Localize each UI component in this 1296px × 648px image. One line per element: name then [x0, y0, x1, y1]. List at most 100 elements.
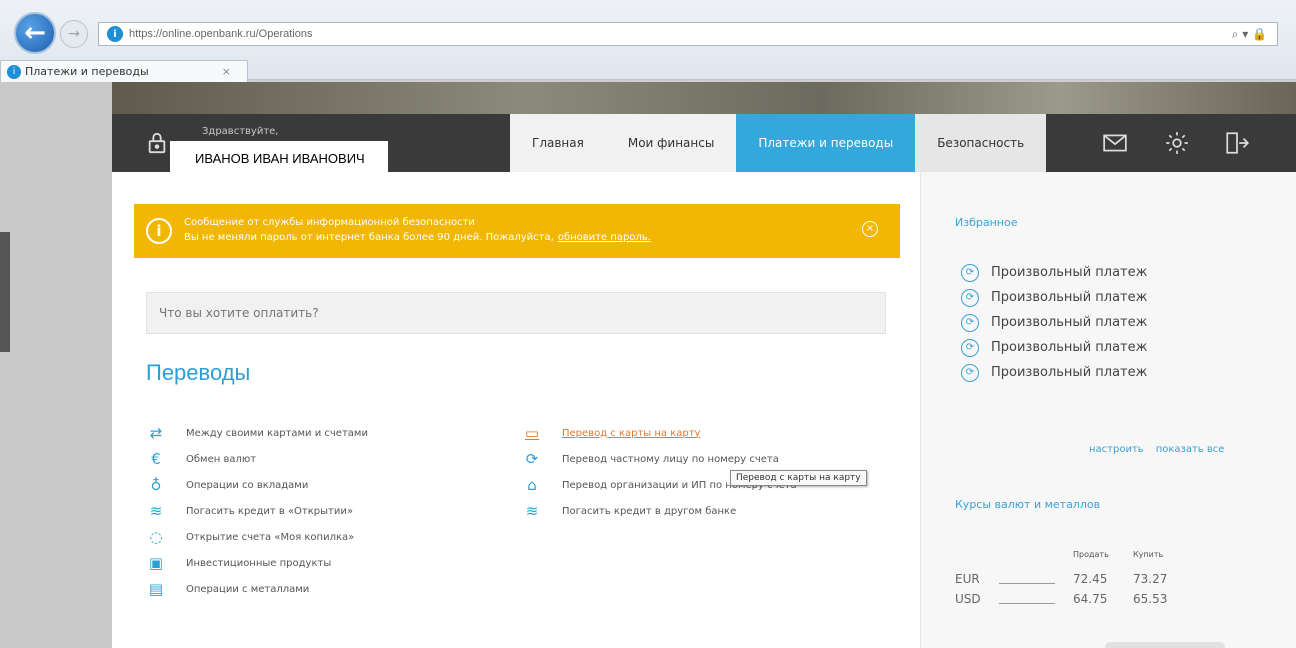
envelope-icon[interactable]	[1102, 130, 1128, 156]
address-bar[interactable]: i https://online.openbank.ru/Operations …	[98, 22, 1278, 46]
list-item-label: Погасить кредит в другом банке	[562, 505, 737, 517]
list-item[interactable]: ⇄ Между своими картами и счетами	[146, 420, 368, 446]
currency-code: EUR	[955, 572, 980, 586]
list-item[interactable]: ▭ Перевод с карты на карту	[522, 420, 797, 446]
list-item-label: Открытие счета «Моя копилка»	[186, 531, 355, 543]
payment-icon: ⟳	[961, 263, 979, 282]
rate-divider	[999, 603, 1055, 604]
site-favicon-icon: i	[107, 26, 123, 42]
sell-rate: 72.45	[1073, 572, 1108, 586]
info-icon: i	[146, 218, 172, 244]
piggy-bank-icon: ◌	[149, 528, 163, 546]
tab-close-icon[interactable]: ×	[222, 65, 231, 78]
person-transfer-icon: ⟳	[525, 450, 539, 468]
list-item[interactable]: ▤ Операции с металлами	[146, 576, 368, 602]
list-item[interactable]: ♁ Операции со вкладами	[146, 472, 368, 498]
logout-icon[interactable]	[1224, 130, 1250, 156]
list-item-label: Перевод с карты на карту	[562, 427, 701, 439]
rate-row: EUR 72.45 73.27	[955, 572, 1275, 590]
list-item-label: Погасить кредит в «Открытии»	[186, 505, 353, 517]
close-icon[interactable]: ×	[862, 221, 878, 237]
rate-row: USD 64.75 65.53	[955, 592, 1275, 610]
site-header: Здравствуйте, ИВАНОВ ИВАН ИВАНОВИЧ Главн…	[112, 114, 1296, 172]
list-item[interactable]: ≋ Погасить кредит в «Открытии»	[146, 498, 368, 524]
gutter-edge	[0, 232, 10, 352]
rate-divider	[999, 583, 1055, 584]
rates-more-button[interactable]	[1105, 642, 1225, 648]
url-text: https://online.openbank.ru/Operations	[129, 28, 313, 40]
tab-favicon-icon: i	[7, 64, 21, 79]
favorite-item[interactable]: ⟳ Произвольный платеж	[961, 360, 1147, 385]
list-item[interactable]: ◌ Открытие счета «Моя копилка»	[146, 524, 368, 550]
currency-code: USD	[955, 592, 981, 606]
list-item[interactable]: ▣ Инвестиционные продукты	[146, 550, 368, 576]
sell-header: Продать	[1073, 550, 1109, 559]
buy-rate: 65.53	[1133, 592, 1168, 606]
organization-icon: ⌂	[527, 476, 537, 494]
favorite-item[interactable]: ⟳ Произвольный платеж	[961, 285, 1147, 310]
favorites-links: настроить показать все	[1089, 444, 1236, 455]
favorite-item[interactable]: ⟳ Произвольный платеж	[961, 260, 1147, 285]
favorite-label: Произвольный платеж	[991, 290, 1148, 305]
favorite-label: Произвольный платеж	[991, 365, 1148, 380]
list-item-label: Обмен валют	[186, 453, 257, 465]
forward-arrow-icon[interactable]: →	[60, 20, 88, 48]
payment-search-input[interactable]	[146, 292, 886, 334]
favorite-item[interactable]: ⟳ Произвольный платеж	[961, 310, 1147, 335]
credit-icon: ≋	[149, 502, 163, 520]
greeting-text: Здравствуйте,	[202, 126, 279, 137]
sidebar: Избранное ⟳ Произвольный платеж ⟳ Произвол…	[920, 172, 1296, 648]
list-item[interactable]: € Обмен валют	[146, 446, 368, 472]
update-password-link[interactable]: обновите пароль.	[558, 232, 651, 243]
browser-tab[interactable]: i Платежи и переводы ×	[0, 60, 248, 82]
security-alert: i Сообщение от службы информационной без…	[134, 204, 900, 258]
alert-message: Вы не меняли пароль от интернет банка бо…	[184, 232, 651, 243]
hero-background	[112, 82, 1296, 114]
card-to-card-icon: ▭	[524, 424, 540, 442]
alert-title: Сообщение от службы информационной безоп…	[184, 217, 475, 228]
rates-title: Курсы валют и металлов	[955, 498, 1101, 511]
arrows-icon: ⇄	[149, 424, 163, 442]
sell-rate: 64.75	[1073, 592, 1108, 606]
list-item[interactable]: ⟳ Перевод частному лицу по номеру счета	[522, 446, 797, 472]
page-gutter	[0, 82, 112, 648]
buy-header: Купить	[1133, 550, 1164, 559]
alert-text: Вы не меняли пароль от интернет банка бо…	[184, 232, 554, 243]
main-content: i Сообщение от службы информационной без…	[112, 172, 920, 648]
payment-icon: ⟳	[961, 363, 979, 382]
list-item-label: Между своими картами и счетами	[186, 427, 368, 439]
nav-tab-security[interactable]: Безопасность	[915, 114, 1047, 172]
nav-tab-home[interactable]: Главная	[510, 114, 606, 172]
back-arrow-icon[interactable]: ←	[14, 12, 56, 54]
investment-icon: ▣	[148, 554, 164, 572]
payment-icon: ⟳	[961, 288, 979, 307]
show-all-link[interactable]: показать все	[1156, 444, 1225, 455]
nav-tab-finances[interactable]: Мои финансы	[605, 114, 737, 172]
currency-exchange-icon: €	[151, 450, 161, 468]
payment-icon: ⟳	[961, 313, 979, 332]
browser-chrome: ← → i https://online.openbank.ru/Operati…	[0, 0, 1296, 82]
transfers-title: Переводы	[146, 360, 251, 385]
gear-icon[interactable]	[1164, 130, 1190, 156]
search-lock-icons[interactable]: ⌕ ▾ 🔒	[1232, 27, 1267, 42]
transfers-list-left: ⇄ Между своими картами и счетами € Обмен в…	[146, 420, 368, 602]
favorite-item[interactable]: ⟳ Произвольный платеж	[961, 335, 1147, 360]
list-item-label: Инвестиционные продукты	[186, 557, 332, 569]
list-item-label: Перевод частному лицу по номеру счета	[562, 453, 779, 465]
other-bank-credit-icon: ≋	[525, 502, 539, 520]
user-name: ИВАНОВ ИВАН ИВАНОВИЧ	[170, 141, 388, 172]
list-item-label: Операции с металлами	[186, 583, 310, 595]
list-item[interactable]: ≋ Погасить кредит в другом банке	[522, 498, 797, 524]
favorites-title: Избранное	[955, 216, 1018, 229]
lock-icon	[148, 132, 166, 154]
list-item-label: Операции со вкладами	[186, 479, 309, 491]
tooltip: Перевод с карты на карту	[730, 470, 867, 486]
payment-icon: ⟳	[961, 338, 979, 357]
favorite-label: Произвольный платеж	[991, 315, 1148, 330]
favorites-list: ⟳ Произвольный платеж ⟳ Произвольный плате…	[961, 260, 1147, 385]
favorite-label: Произвольный платеж	[991, 340, 1148, 355]
main-nav: Главная Мои финансы Платежи и переводы Б…	[510, 114, 1047, 172]
metals-icon: ▤	[148, 580, 164, 598]
nav-tab-payments[interactable]: Платежи и переводы	[736, 114, 916, 172]
configure-link[interactable]: настроить	[1089, 444, 1144, 455]
